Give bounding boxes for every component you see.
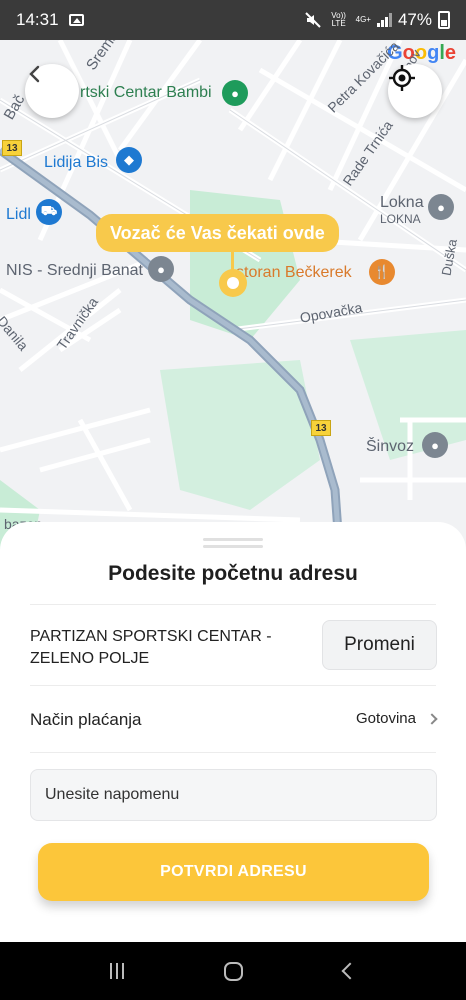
home-icon[interactable] (224, 961, 244, 981)
place-poi-icon: ● (422, 432, 448, 458)
sheet-title: Podesite početnu adresu (108, 562, 358, 585)
network-type: 4G+ (355, 15, 371, 24)
map-label-poi: Lokna (380, 194, 424, 211)
status-bar: 14:31 Vo)) LTE 4G+ 47% (0, 0, 466, 40)
payment-method-label: Način plaćanja (30, 710, 142, 729)
status-time: 14:31 (16, 10, 59, 29)
back-button[interactable] (25, 64, 79, 118)
cart-poi-icon: ⛟ (36, 199, 62, 225)
map-label-poi: storan Bečkerek (236, 264, 352, 281)
payment-method-value: Gotovina (355, 710, 416, 727)
place-poi-icon: ● (148, 256, 174, 282)
drag-handle[interactable] (203, 538, 263, 552)
divider (30, 752, 436, 753)
my-location-button[interactable] (388, 64, 442, 118)
back-nav-icon[interactable] (341, 962, 359, 980)
map-view[interactable]: Google Sremsk Bač rtski Centar Bambi ● L… (0, 40, 466, 560)
map-label-poi: Lidl (6, 206, 31, 223)
payment-method-selector[interactable]: Gotovina (355, 710, 438, 727)
map-canvas (0, 40, 466, 560)
gallery-notification-icon (68, 14, 84, 26)
divider (30, 604, 436, 605)
confirm-address-button[interactable]: POTVRDI ADRESU (38, 843, 429, 901)
recent-apps-icon[interactable] (110, 963, 125, 979)
map-label-poi: NIS - Srednji Banat (6, 262, 143, 279)
signal-icon (376, 13, 392, 27)
battery-icon (438, 11, 450, 29)
route-badge: 13 (2, 140, 22, 156)
pickup-pin-stem (231, 252, 234, 270)
chevron-right-icon (426, 712, 438, 725)
mute-icon (304, 12, 321, 28)
route-badge: 13 (311, 420, 331, 436)
change-address-button[interactable]: Promeni (322, 620, 437, 670)
shopping-poi-icon: ◆ (116, 147, 142, 173)
map-label-poi-sub: LOKNA (380, 212, 421, 226)
place-poi-icon: ● (428, 194, 454, 220)
pickup-address: PARTIZAN SPORTSKI CENTAR - ZELENO POLJE (30, 628, 272, 667)
status-icons: Vo)) LTE 4G+ 47% (304, 10, 450, 30)
crosshair-icon (389, 65, 415, 91)
restaurant-poi-icon: 🍴 (369, 259, 395, 285)
park-poi-icon: ● (222, 80, 248, 106)
pickup-pin-icon (219, 269, 247, 297)
chevron-left-icon (29, 65, 40, 83)
battery-percent: 47% (397, 10, 432, 29)
map-label-poi: Lidija Bis (44, 154, 109, 171)
pickup-bubble: Vozač će Vas čekati ovde (96, 214, 339, 252)
divider (30, 685, 436, 686)
address-bottom-sheet: Podesite početnu adresu PARTIZAN SPORTSK… (0, 522, 466, 942)
system-nav-bar (0, 942, 466, 1000)
map-label-poi: Šinvoz (366, 438, 415, 455)
note-input[interactable] (30, 769, 437, 821)
map-label-poi: rtski Centar Bambi (80, 84, 212, 101)
volte-indicator: Vo)) LTE (331, 11, 346, 28)
